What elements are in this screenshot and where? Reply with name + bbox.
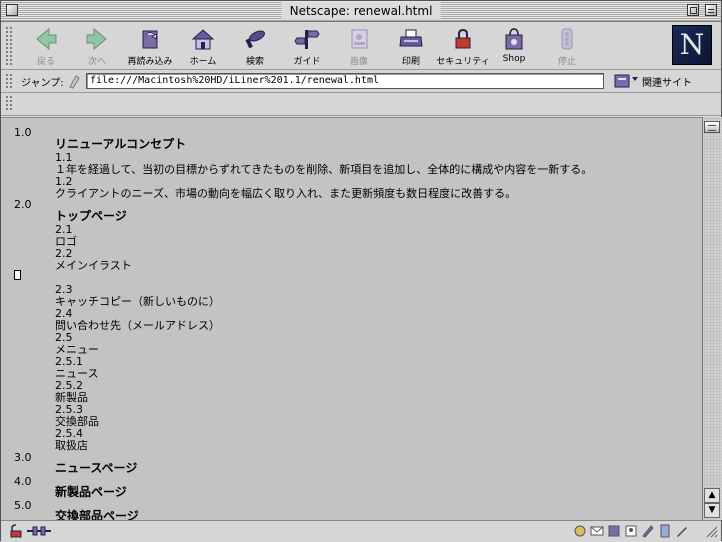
- personal-toolbar-grip[interactable]: [5, 95, 13, 111]
- section-heading: トップページ: [55, 209, 127, 223]
- stop-button[interactable]: 停止: [539, 24, 595, 68]
- stop-icon: [561, 28, 573, 50]
- section-number: 5.0: [14, 499, 32, 512]
- reload-button[interactable]: 再読み込み: [122, 24, 178, 68]
- section-heading: ニュースページ: [55, 461, 138, 475]
- title-bar[interactable]: Netscape: renewal.html: [1, 1, 721, 22]
- personal-toolbar: [1, 93, 721, 116]
- images-icon: [351, 29, 368, 49]
- close-box[interactable]: [6, 4, 18, 16]
- section-number: 3.0: [14, 451, 32, 464]
- item-text: 取扱店: [55, 439, 88, 452]
- mail-icon[interactable]: [590, 524, 604, 538]
- security-status-icon[interactable]: [8, 524, 24, 538]
- back-label: 戻る: [36, 57, 55, 67]
- images-label: 画像: [349, 57, 368, 67]
- toolbar-grip[interactable]: [5, 26, 13, 66]
- scroll-thumb[interactable]: [704, 121, 720, 133]
- security-button[interactable]: セキュリティ: [435, 24, 491, 68]
- section-number: 1.0: [14, 126, 32, 139]
- reload-label: 再読み込み: [127, 57, 173, 67]
- related-sites-label: 関連サイト: [642, 78, 692, 89]
- location-label: ジャンプ:: [21, 78, 64, 89]
- security-lock-icon: [455, 28, 471, 49]
- section-number: 2.0: [14, 198, 32, 211]
- print-button[interactable]: 印刷: [383, 24, 439, 68]
- location-bar: ジャンプ: file:///Macintosh%20HD/iLiner%201.…: [1, 70, 721, 93]
- location-input[interactable]: file:///Macintosh%20HD/iLiner%201.1/rene…: [86, 73, 604, 89]
- window-title: Netscape: renewal.html: [281, 2, 441, 20]
- location-grip[interactable]: [5, 73, 13, 89]
- address-book-icon[interactable]: [624, 524, 638, 538]
- section-heading: 新製品ページ: [55, 485, 127, 499]
- item-text: 問い合わせ先（メールアドレス）: [55, 319, 220, 332]
- scroll-up-arrow[interactable]: ▲: [704, 488, 720, 503]
- item-text: クライアントのニーズ、市場の動向を幅広く取り入れ、また更新頻度も数日程度に改善す…: [55, 187, 517, 200]
- item-text: メインイラスト: [55, 259, 132, 272]
- search-label: 検索: [245, 57, 264, 67]
- forward-label: 次へ: [87, 57, 106, 67]
- composer-icon[interactable]: [641, 524, 655, 538]
- back-arrow-icon: [36, 27, 57, 51]
- security-label: セキュリティ: [436, 57, 490, 67]
- component-bar: [573, 524, 701, 539]
- broken-image-placeholder: [14, 270, 21, 280]
- navigation-toolbar: 戻る 次へ 再読み込み ホーム 検索 ガイド 画像 印刷 セキュリティ Shop…: [1, 22, 721, 70]
- item-text: １年を経過して、当初の目標からずれてきたものを削除、新項目を追加し、全体的に構成…: [55, 163, 593, 176]
- forward-arrow-icon: [86, 27, 107, 51]
- item-text: キャッチコピー（新しいものに）: [55, 295, 220, 308]
- guide-label: ガイド: [293, 57, 321, 67]
- zoom-box[interactable]: [687, 4, 699, 16]
- page-content: 1.0 リニューアルコンセプト 1.1 １年を経過して、当初の目標からずれてきた…: [1, 117, 702, 521]
- collapse-box[interactable]: [705, 4, 717, 16]
- forward-button[interactable]: 次へ: [69, 24, 125, 68]
- related-sites-button[interactable]: 関連サイト: [611, 72, 721, 90]
- connection-status-icon: [27, 526, 51, 536]
- page-proxy-icon[interactable]: [67, 73, 81, 89]
- resize-grip[interactable]: [704, 524, 718, 538]
- navigator-icon[interactable]: [573, 524, 587, 538]
- status-bar: [1, 520, 721, 542]
- reload-icon: [142, 30, 158, 49]
- section-number: 4.0: [14, 475, 32, 488]
- back-button[interactable]: 戻る: [18, 24, 74, 68]
- shop-label: Shop: [502, 54, 526, 64]
- search-button[interactable]: 検索: [227, 24, 283, 68]
- print-icon: [399, 29, 423, 47]
- edit-pen-icon[interactable]: [675, 524, 689, 538]
- guide-button[interactable]: ガイド: [279, 24, 335, 68]
- images-button[interactable]: 画像: [331, 24, 387, 68]
- netscape-logo[interactable]: N: [672, 25, 712, 65]
- home-icon: [191, 29, 215, 50]
- home-button[interactable]: ホーム: [175, 24, 231, 68]
- search-icon: [245, 30, 265, 49]
- guide-icon: [294, 30, 320, 49]
- home-label: ホーム: [189, 57, 217, 67]
- stop-label: 停止: [557, 57, 576, 67]
- section-heading: リニューアルコンセプト: [55, 137, 187, 151]
- scroll-down-arrow[interactable]: ▼: [704, 503, 720, 518]
- vertical-scrollbar[interactable]: ▲ ▼: [702, 117, 722, 520]
- browser-window: Netscape: renewal.html 戻る 次へ 再読み込み ホーム 検…: [0, 0, 722, 542]
- shop-bag-icon: [505, 28, 523, 50]
- bookmarks-icon[interactable]: [658, 524, 672, 538]
- print-label: 印刷: [401, 57, 420, 67]
- newsgroup-icon[interactable]: [607, 524, 621, 538]
- shop-button[interactable]: Shop: [486, 24, 542, 68]
- related-sites-icon: [614, 74, 638, 88]
